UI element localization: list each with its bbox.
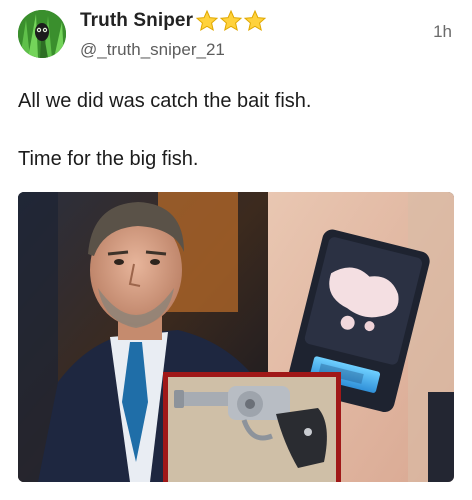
avatar[interactable] (18, 10, 66, 58)
post-card[interactable]: Truth Sniper @_truth_sniper_21 1h All we… (0, 0, 472, 500)
author-handle[interactable]: @_truth_sniper_21 (80, 40, 225, 60)
star-icon (219, 9, 243, 32)
post-media-image[interactable] (18, 192, 454, 482)
media-collage (18, 192, 454, 482)
post-text-line: Time for the big fish. (18, 148, 199, 170)
verified-stars (195, 9, 267, 33)
star-icon (195, 9, 219, 32)
author-row: Truth Sniper (80, 9, 267, 33)
grass-avatar-image (18, 10, 66, 58)
revolver-inset-photo (163, 372, 341, 482)
star-icon (243, 9, 267, 32)
post-timestamp[interactable]: 1h (433, 22, 452, 42)
post-text-line: All we did was catch the bait fish. (18, 90, 312, 112)
author-display-name[interactable]: Truth Sniper (80, 10, 193, 32)
